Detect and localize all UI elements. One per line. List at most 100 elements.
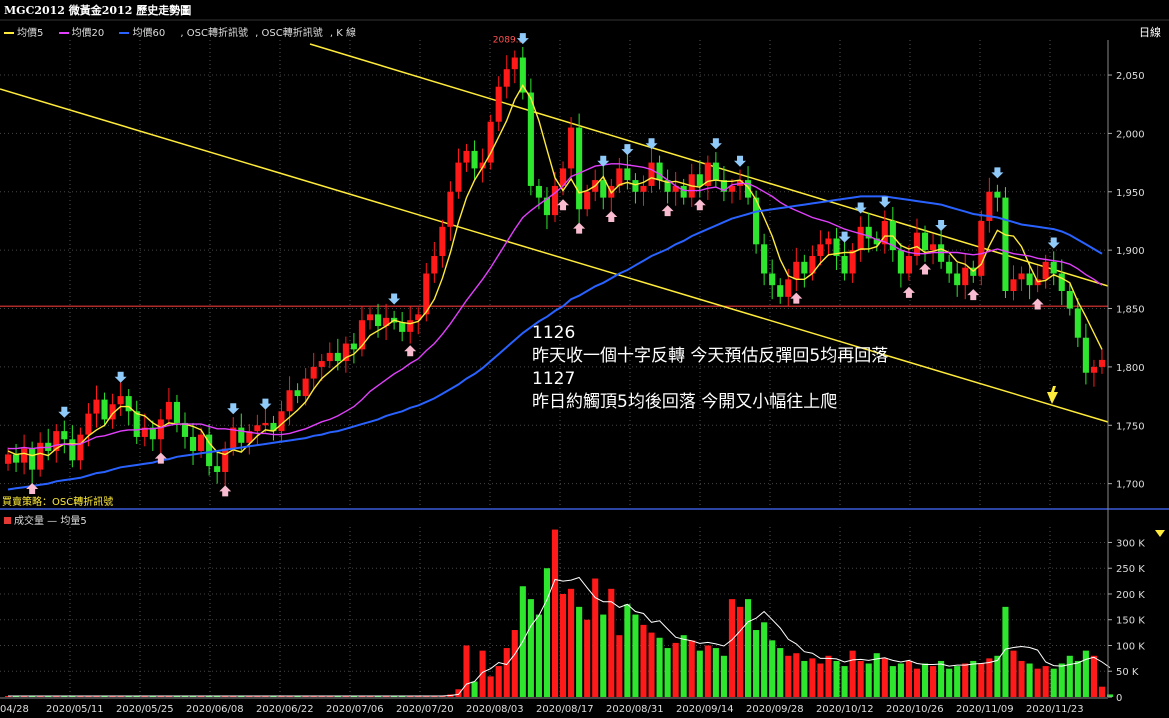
candle-body: [921, 232, 929, 251]
period-label[interactable]: 日線: [1139, 24, 1161, 40]
candle-body: [222, 448, 229, 472]
volume-bar: [930, 666, 937, 697]
buy-signal-arrow: [404, 345, 417, 357]
volume-bar: [809, 658, 816, 697]
annotation-arrow: [1047, 386, 1058, 404]
candle-body: [527, 92, 534, 186]
candle-body: [366, 314, 374, 321]
sell-signal-arrow: [645, 138, 658, 150]
candle-body: [407, 320, 414, 332]
candle-body: [825, 238, 832, 245]
candle-body: [495, 86, 502, 122]
legend-ma20[interactable]: 均價20: [58, 28, 104, 39]
volume-bar: [913, 668, 921, 697]
volume-bar: [938, 660, 945, 697]
date-tick-label: 2020/10/26: [886, 704, 944, 715]
legend-ma5[interactable]: 均價5: [4, 28, 43, 39]
candle-body: [77, 434, 84, 461]
volume-bar: [769, 640, 776, 697]
buy-signal-arrow: [790, 292, 803, 304]
volume-bar: [471, 681, 478, 697]
candle-body: [93, 399, 100, 414]
volume-bar: [970, 660, 977, 697]
buy-signal-arrow: [1031, 298, 1044, 310]
candle-body: [334, 352, 341, 362]
candle-body: [318, 361, 325, 367]
sell-signal-arrow: [709, 138, 722, 150]
volume-bar: [986, 658, 993, 697]
volume-bar: [1010, 650, 1017, 697]
candle-body: [793, 261, 800, 280]
annotation-text: 1126 昨天收一個十字反轉 今天預估反彈回5均再回落 1127 昨日約觸頂5均…: [532, 322, 888, 414]
volume-bar: [664, 648, 671, 697]
candle-body: [648, 162, 655, 186]
candle-body: [1050, 261, 1057, 274]
price-tick-label: 1,950: [1116, 188, 1145, 199]
volume-bar: [704, 645, 711, 697]
volume-bar: [761, 622, 768, 697]
legend-osc-signal-1[interactable]: , OSC轉折訊號: [180, 28, 248, 39]
buy-signal-arrow: [573, 222, 586, 234]
sell-signal-arrow: [878, 196, 891, 208]
volume-bar: [865, 663, 872, 697]
candle-body: [712, 162, 719, 181]
sell-signal-arrow: [227, 403, 240, 415]
date-tick-label: 2020/09/14: [676, 704, 734, 715]
volume-bar: [897, 663, 904, 697]
legend-kline[interactable]: , K 線: [330, 28, 356, 39]
buy-signal-arrow: [967, 289, 980, 301]
volume-bar: [455, 689, 462, 697]
buy-signal-arrow: [557, 199, 570, 211]
candle-body: [374, 314, 382, 327]
buy-signal-arrow: [902, 286, 915, 298]
volume-bar: [728, 599, 736, 697]
sell-signal-arrow: [114, 371, 127, 383]
volume-bar: [551, 529, 559, 697]
candle-body: [696, 174, 703, 186]
volume-bar: [632, 614, 639, 697]
sell-signal-arrow: [935, 219, 948, 231]
candle-body: [841, 255, 848, 274]
date-tick-label: 04/28: [0, 704, 29, 715]
candles: 2089.3: [4, 35, 1106, 486]
candle-body: [13, 454, 20, 463]
chart-title: MGC2012 微黃金2012 歷史走勢圖: [4, 4, 192, 17]
candle-body: [576, 127, 583, 210]
volume-bar: [744, 599, 752, 697]
candle-body: [399, 322, 406, 332]
indicator-legend: 均價5 均價20 均價60 , OSC轉折訊號 , OSC轉折訊號 , K 線: [4, 24, 368, 39]
legend-ma60[interactable]: 均價60: [119, 28, 165, 39]
candle-body: [930, 244, 937, 251]
candle-body: [905, 255, 912, 274]
candle-body: [262, 422, 269, 426]
volume-bar: [833, 660, 840, 697]
candle-body: [302, 378, 309, 397]
candle-body: [21, 448, 28, 463]
volume-scale-dropdown-icon[interactable]: [1155, 530, 1165, 537]
candle-body: [471, 150, 478, 169]
volume-bar: [712, 648, 719, 697]
sell-signal-arrow: [388, 293, 401, 305]
candle-body: [1082, 337, 1089, 373]
volume-bar: [696, 650, 703, 697]
candle-body: [173, 401, 180, 423]
volume-bar: [559, 593, 567, 697]
volume-bar: [978, 663, 985, 697]
volume-bar: [994, 655, 1001, 697]
volume-bar: [568, 588, 575, 697]
annotation-line-3: 1127: [532, 369, 576, 389]
candle-body: [785, 279, 792, 297]
candle-body: [503, 69, 510, 87]
date-tick-label: 2020/09/28: [746, 704, 804, 715]
price-tick-label: 1,850: [1116, 305, 1145, 316]
candle-body: [133, 411, 140, 437]
candle-body: [761, 244, 768, 274]
candle-body: [165, 401, 172, 420]
legend-osc-signal-2[interactable]: , OSC轉折訊號: [255, 28, 323, 39]
volume-bar: [905, 660, 912, 697]
volume-bar: [616, 635, 623, 697]
date-tick-label: 2020/08/17: [536, 704, 594, 715]
price-tick-label: 1,800: [1116, 363, 1145, 374]
candle-body: [857, 226, 864, 251]
volume-bar: [1018, 660, 1025, 697]
